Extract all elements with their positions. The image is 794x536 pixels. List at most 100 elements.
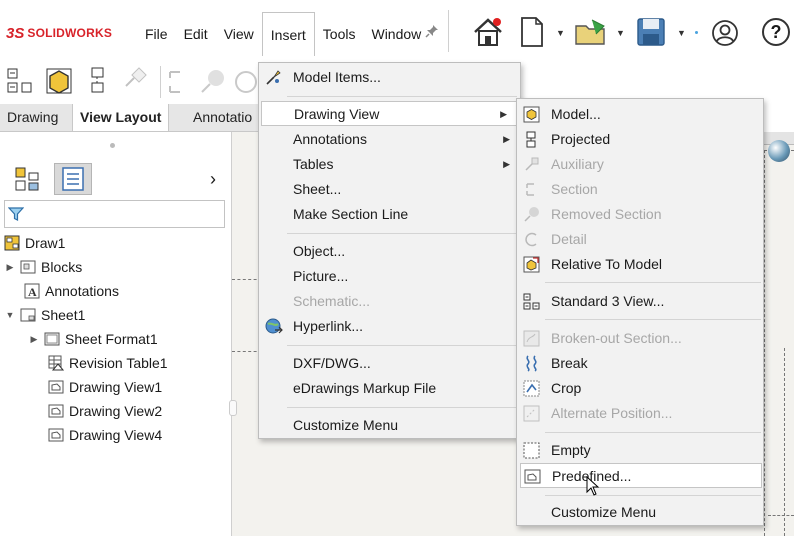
account-icon[interactable] xyxy=(710,18,740,51)
collapse-arrow-icon[interactable]: ▼ xyxy=(4,304,16,326)
feature-manager-tab-icon[interactable] xyxy=(8,163,46,195)
tree-item-label: Drawing View1 xyxy=(69,379,163,395)
menu-window[interactable]: Window xyxy=(363,12,429,56)
menu-item-broken-out-section[interactable]: Broken-out Section... xyxy=(517,326,763,351)
menu-item-dxf-dwg[interactable]: DXF/DWG... xyxy=(259,351,520,376)
menu-item-drawing-view[interactable]: Drawing View ▶ xyxy=(261,101,518,126)
menu-insert[interactable]: Insert xyxy=(261,12,315,56)
tree-item-drawing-view4[interactable]: Drawing View4 xyxy=(48,424,162,446)
toolbar-separator xyxy=(448,10,449,52)
menu-item-section[interactable]: Section xyxy=(517,177,763,202)
menu-item-customize-menu-submenu[interactable]: Customize Menu xyxy=(517,500,763,525)
tree-item-drawing-view1[interactable]: Drawing View1 xyxy=(48,376,162,398)
empty-view-icon xyxy=(523,442,540,459)
menu-item-model-items[interactable]: Model Items... xyxy=(259,65,520,90)
menu-item-customize-menu[interactable]: Customize Menu xyxy=(259,413,520,438)
panel-resize-grip[interactable] xyxy=(229,400,237,416)
hyperlink-icon xyxy=(265,318,283,335)
tree-item-annotations[interactable]: A Annotations xyxy=(24,280,119,302)
help-icon[interactable]: ? xyxy=(762,18,790,46)
menu-item-break[interactable]: Break xyxy=(517,351,763,376)
menu-item-empty[interactable]: Empty xyxy=(517,438,763,463)
menu-file[interactable]: File xyxy=(137,12,176,56)
panel-expand-chevron-icon[interactable]: › xyxy=(210,169,216,190)
expand-arrow-icon[interactable]: ▶ xyxy=(4,256,16,278)
menu-item-relative-to-model[interactable]: Relative To Model xyxy=(517,252,763,277)
menu-item-edrawings-markup[interactable]: eDrawings Markup File xyxy=(259,376,520,401)
menu-item-detail[interactable]: Detail xyxy=(517,227,763,252)
relative-view-tool-icon[interactable] xyxy=(44,66,74,99)
menu-item-auxiliary[interactable]: Auxiliary xyxy=(517,152,763,177)
menu-item-removed-section[interactable]: Removed Section xyxy=(517,202,763,227)
tree-item-sheet1[interactable]: ▼ Sheet1 xyxy=(4,304,86,326)
new-document-icon[interactable] xyxy=(519,16,545,51)
detail-view-icon xyxy=(523,231,540,248)
drawing-view-submenu: Model... Projected Auxiliary Section Rem… xyxy=(516,98,764,526)
tab-drawing[interactable]: Drawing xyxy=(0,104,65,131)
menu-item-picture[interactable]: Picture... xyxy=(259,264,520,289)
projected-view-icon xyxy=(523,131,540,148)
menu-item-annotations[interactable]: Annotations ▶ xyxy=(259,127,520,152)
menu-edit[interactable]: Edit xyxy=(176,12,216,56)
panel-grip[interactable] xyxy=(110,143,115,148)
save-dropdown-icon[interactable]: ▼ xyxy=(677,28,686,38)
menu-item-predefined[interactable]: Predefined... xyxy=(520,463,762,488)
menu-separator xyxy=(545,432,761,433)
sheet-border-line xyxy=(768,515,794,516)
sheet-icon xyxy=(20,307,36,323)
open-icon[interactable] xyxy=(574,16,610,51)
crop-icon xyxy=(523,380,540,397)
menu-separator xyxy=(287,345,517,346)
tab-view-layout[interactable]: View Layout xyxy=(72,104,170,131)
filter-icon[interactable] xyxy=(7,206,25,225)
section-view-tool-icon[interactable] xyxy=(166,68,188,99)
menu-tools[interactable]: Tools xyxy=(315,12,364,56)
menu-item-sheet[interactable]: Sheet... xyxy=(259,177,520,202)
break-icon xyxy=(523,355,540,372)
menu-item-standard-3-view[interactable]: Standard 3 View... xyxy=(517,289,763,314)
menu-item-projected[interactable]: Projected xyxy=(517,127,763,152)
appearance-sphere-icon[interactable] xyxy=(768,140,790,162)
menu-item-alternate-position[interactable]: Alternate Position... xyxy=(517,401,763,426)
expand-arrow-icon[interactable]: ▶ xyxy=(28,328,40,350)
solidworks-logo[interactable]: 3S SOLIDWORKS xyxy=(6,22,112,44)
tree-item-label: Blocks xyxy=(41,259,83,275)
tree-item-label: Drawing View2 xyxy=(69,403,163,419)
tree-item-drawing-view2[interactable]: Drawing View2 xyxy=(48,400,162,422)
model-view-tool-icon[interactable] xyxy=(6,66,36,99)
drawing-view-icon xyxy=(48,379,64,395)
auxiliary-view-tool-icon[interactable] xyxy=(120,66,150,99)
model-view-icon xyxy=(523,106,540,123)
blocks-icon xyxy=(20,259,36,275)
tree-item-revision-table1[interactable]: Revision Table1 xyxy=(48,352,168,374)
tree-item-blocks[interactable]: ▶ Blocks xyxy=(4,256,83,278)
new-dropdown-icon[interactable]: ▼ xyxy=(556,28,565,38)
property-manager-tab-icon[interactable] xyxy=(54,163,92,195)
pin-menu-icon[interactable] xyxy=(425,24,439,41)
tree-item-label: Drawing View4 xyxy=(69,427,163,443)
menu-item-make-section-line[interactable]: Make Section Line xyxy=(259,202,520,227)
menu-view[interactable]: View xyxy=(216,12,262,56)
model-items-icon xyxy=(265,69,282,86)
menu-item-crop[interactable]: Crop xyxy=(517,376,763,401)
drawing-view-icon xyxy=(48,427,64,443)
menu-item-tables[interactable]: Tables ▶ xyxy=(259,152,520,177)
tree-filter-box[interactable] xyxy=(4,200,225,228)
projected-view-tool-icon[interactable] xyxy=(86,66,110,99)
save-icon[interactable] xyxy=(636,16,666,51)
menu-item-hyperlink[interactable]: Hyperlink... xyxy=(259,314,520,339)
home-icon[interactable] xyxy=(472,16,504,51)
menu-item-schematic[interactable]: Schematic... xyxy=(259,289,520,314)
open-dropdown-icon[interactable]: ▼ xyxy=(616,28,625,38)
menu-item-model-view[interactable]: Model... xyxy=(517,102,763,127)
section-view-icon xyxy=(523,181,540,198)
tab-annotation[interactable]: Annotatio xyxy=(186,104,259,131)
tree-item-draw1[interactable]: Draw1 xyxy=(4,232,65,254)
insert-menu: Model Items... Drawing View ▶ Annotation… xyxy=(258,62,521,439)
detail-view-tool-icon[interactable] xyxy=(232,68,260,99)
removed-section-tool-icon[interactable] xyxy=(198,68,226,99)
tree-item-sheet-format1[interactable]: ▶ Sheet Format1 xyxy=(28,328,158,350)
menu-item-object[interactable]: Object... xyxy=(259,239,520,264)
panel-tabs: › xyxy=(0,160,231,196)
menu-separator xyxy=(545,495,761,496)
